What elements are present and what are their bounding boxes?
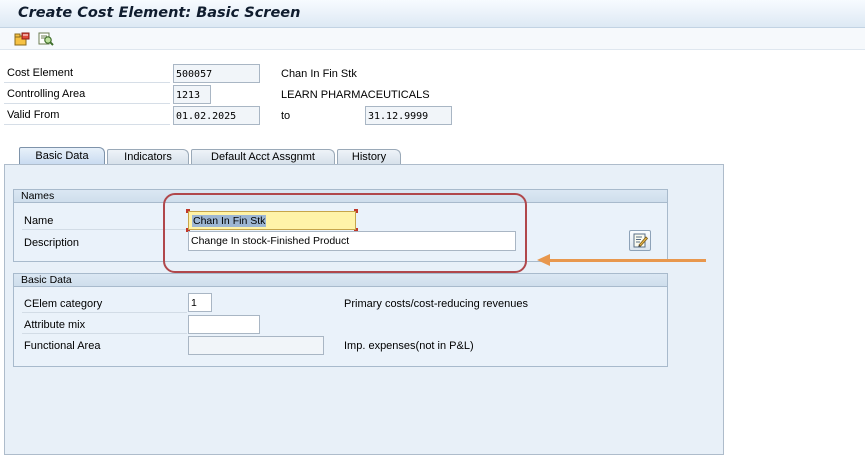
valid-from-field[interactable]: 01.02.2025 xyxy=(173,106,260,125)
tab-default-acct-assgnmt[interactable]: Default Acct Assgnmt xyxy=(191,149,335,164)
celem-category-field[interactable]: 1 xyxy=(188,293,212,312)
cost-element-description: Chan In Fin Stk xyxy=(281,68,357,80)
cost-element-field[interactable]: 500057 xyxy=(173,64,260,83)
valid-to-field[interactable]: 31.12.9999 xyxy=(365,106,452,125)
tab-basic-data[interactable]: Basic Data xyxy=(19,147,105,165)
controlling-area-field[interactable]: 1213 xyxy=(173,85,211,104)
attribute-mix-label: Attribute mix xyxy=(22,315,187,334)
tab-indicators[interactable]: Indicators xyxy=(107,149,189,164)
celem-category-description: Primary costs/cost-reducing revenues xyxy=(344,298,529,310)
window-title: Create Cost Element: Basic Screen xyxy=(18,5,301,21)
long-text-edit-button[interactable] xyxy=(629,230,651,251)
basic-data-group: Basic Data CElem category Attribute mix … xyxy=(13,273,668,367)
basic-data-group-title: Basic Data xyxy=(14,274,667,287)
to-label: to xyxy=(281,110,291,122)
attribute-mix-field[interactable] xyxy=(188,315,260,334)
controlling-area-description: LEARN PHARMACEUTICALS xyxy=(281,89,430,101)
functional-area-description: Imp. expenses(not in P&L) xyxy=(344,340,474,352)
where-used-icon[interactable] xyxy=(38,31,54,47)
celem-category-label: CElem category xyxy=(22,294,187,313)
tab-history[interactable]: History xyxy=(337,149,401,164)
title-bar: Create Cost Element: Basic Screen xyxy=(0,0,865,28)
valid-from-label: Valid From xyxy=(4,106,170,125)
annotation-highlight-box xyxy=(163,193,527,273)
cost-element-label: Cost Element xyxy=(4,64,170,83)
controlling-area-label: Controlling Area xyxy=(4,85,170,104)
edit-text-icon xyxy=(633,233,649,251)
annotation-arrow-icon xyxy=(537,254,550,266)
annotation-arrow-shaft xyxy=(548,259,706,262)
functional-area-field[interactable] xyxy=(188,336,324,355)
functional-area-label: Functional Area xyxy=(24,340,101,352)
application-toolbar xyxy=(0,28,865,50)
master-data-icon[interactable] xyxy=(14,31,30,47)
